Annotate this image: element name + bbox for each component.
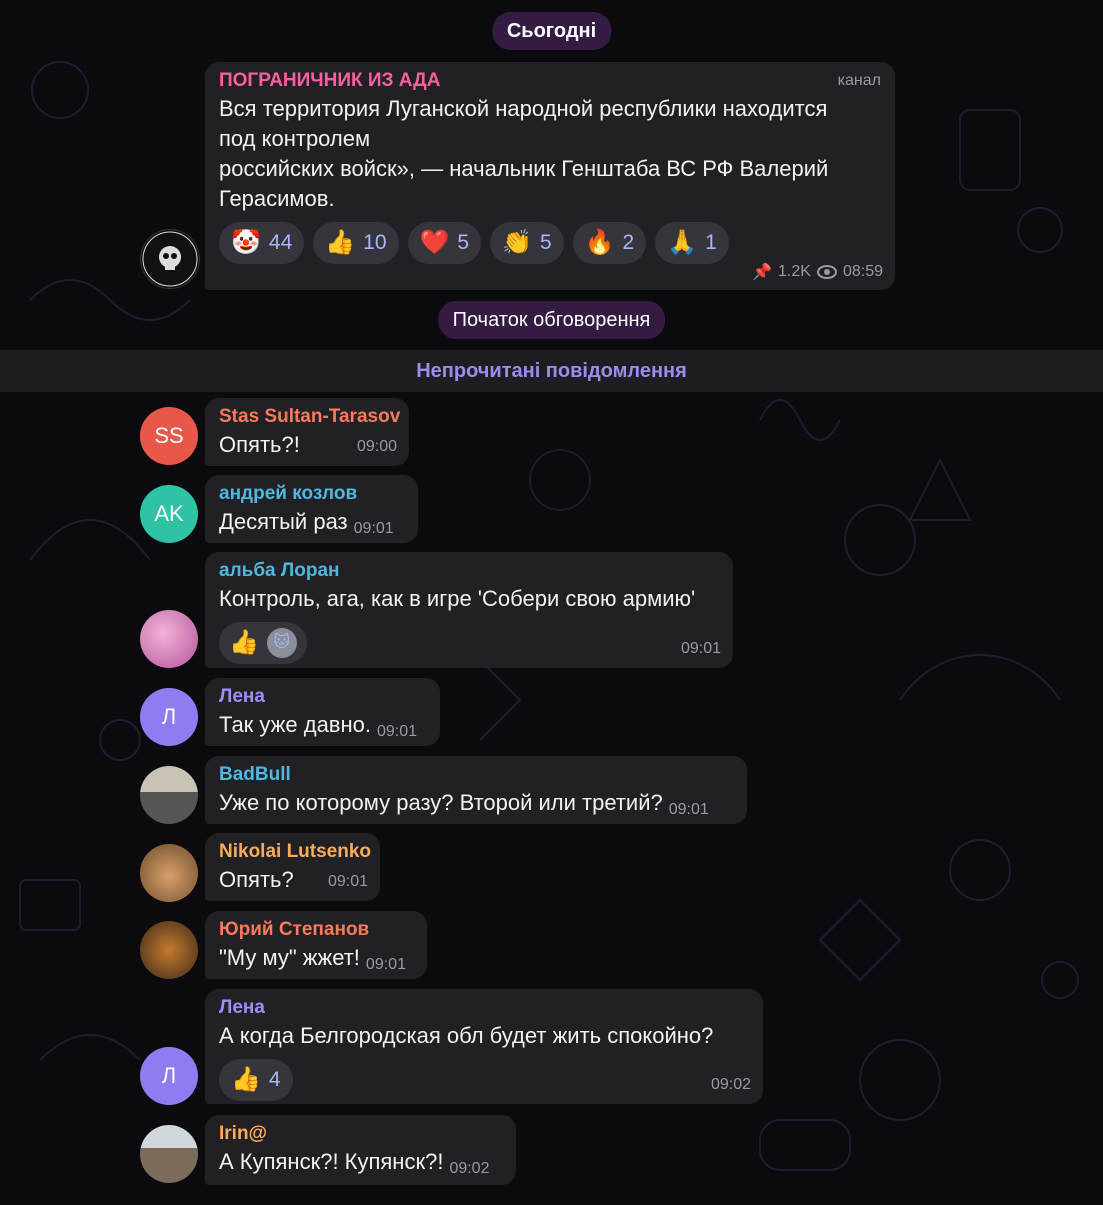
- avatar[interactable]: Л: [140, 688, 198, 746]
- fire-icon: 🔥: [584, 229, 615, 256]
- message-bubble[interactable]: Nikolai Lutsenko Опять? 09:01: [205, 833, 380, 901]
- reaction-count: 1: [705, 231, 717, 254]
- message-bubble[interactable]: BadBull Уже по которому разу? Второй или…: [205, 756, 747, 824]
- reaction-fire[interactable]: 🔥 2: [572, 222, 647, 264]
- reaction-heart[interactable]: ❤️ 5: [407, 222, 482, 264]
- message-text: Десятый раз: [219, 509, 348, 534]
- thumbs-up-icon: 👍: [231, 1066, 261, 1093]
- eye-icon: [816, 265, 837, 279]
- avatar[interactable]: SS: [140, 407, 198, 465]
- reaction-chip[interactable]: 👍 🐱: [219, 622, 307, 664]
- reaction-count: 4: [268, 1068, 281, 1091]
- message-text: А когда Белгородская обл будет жить спок…: [219, 1023, 714, 1048]
- message-time: 09:00: [356, 438, 397, 455]
- message-bubble[interactable]: Irin@ А Купянск?! Купянск?! 09:02: [205, 1115, 516, 1185]
- message-time: 09:01: [327, 873, 368, 890]
- clap-icon: 👏: [502, 229, 532, 256]
- message-bubble[interactable]: Лена А когда Белгородская обл будет жить…: [205, 989, 763, 1104]
- message-bubble[interactable]: Юрий Степанов "Му му" жжет! 09:01: [205, 911, 427, 979]
- sender-name[interactable]: андрей козлов: [219, 481, 404, 507]
- unread-separator: Непрочитані повідомлення: [0, 350, 1103, 392]
- sender-name[interactable]: Irin@: [219, 1121, 502, 1147]
- message-text: А Купянск?! Купянск?!: [219, 1149, 444, 1174]
- pray-icon: 🙏: [667, 229, 698, 256]
- post-line-3: российских войск», — начальник Генштаба …: [219, 156, 829, 181]
- pin-icon: 📌: [752, 264, 773, 281]
- avatar[interactable]: [140, 921, 198, 979]
- reaction-thumbs-up[interactable]: 👍 4: [219, 1059, 293, 1101]
- reaction-pray[interactable]: 🙏 1: [655, 222, 729, 264]
- sender-name[interactable]: BadBull: [219, 762, 733, 788]
- avatar[interactable]: AK: [140, 485, 198, 543]
- post-meta: 📌 1.2K 08:59: [752, 262, 883, 282]
- message-time: 09:01: [668, 801, 709, 818]
- message-text: "Му му" жжет!: [219, 945, 360, 970]
- avatar[interactable]: Л: [140, 1047, 198, 1105]
- reactor-avatar: 🐱: [266, 628, 297, 658]
- reaction-count: 2: [622, 231, 635, 254]
- channel-post[interactable]: ПОГРАНИЧНИК ИЗ АДА канал Вся территория …: [205, 62, 895, 290]
- reaction-count: 44: [268, 231, 293, 254]
- sender-name[interactable]: Лена: [219, 684, 426, 710]
- reaction-thumbs-up[interactable]: 👍 10: [313, 222, 399, 264]
- clown-icon: 🤡: [231, 229, 261, 256]
- post-reactions: 🤡 44 👍 10 ❤️ 5 👏 5 🔥 2 🙏 1: [219, 222, 881, 264]
- message-bubble[interactable]: Лена Так уже давно. 09:01: [205, 678, 440, 746]
- sender-name[interactable]: Лена: [219, 995, 749, 1021]
- message-time: 09:01: [680, 640, 721, 657]
- skull-logo-icon: [142, 231, 198, 287]
- avatar[interactable]: [140, 1125, 198, 1183]
- sender-name[interactable]: Юрий Степанов: [219, 917, 413, 943]
- avatar[interactable]: [140, 610, 198, 668]
- sender-name[interactable]: альба Лоран: [219, 558, 719, 584]
- sender-name[interactable]: Nikolai Lutsenko: [219, 839, 371, 865]
- reaction-clap[interactable]: 👏 5: [490, 222, 564, 264]
- sender-name[interactable]: Stas Sultan-Tarasov: [219, 404, 400, 430]
- message-time: 09:01: [353, 520, 394, 537]
- message-bubble[interactable]: альба Лоран Контроль, ага, как в игре 'С…: [205, 552, 733, 668]
- avatar[interactable]: [140, 766, 198, 824]
- message-time: 09:02: [710, 1076, 751, 1093]
- thumbs-up-icon: 👍: [325, 229, 356, 256]
- message-text: Так уже давно.: [219, 712, 371, 737]
- reaction-clown[interactable]: 🤡 44: [219, 222, 305, 264]
- views-count: 1.2K: [778, 263, 811, 280]
- message-bubble[interactable]: Stas Sultan-Tarasov Опять?! 09:00: [205, 398, 409, 466]
- message-text: Контроль, ага, как в игре 'Собери свою а…: [219, 586, 696, 611]
- channel-avatar[interactable]: [140, 229, 200, 289]
- post-line-4: Герасимов.: [219, 186, 335, 211]
- message-text: Уже по которому разу? Второй или третий?: [219, 790, 663, 815]
- post-line-2: под контролем: [219, 126, 371, 151]
- date-separator: Сьогодні: [491, 12, 612, 50]
- post-time: 08:59: [842, 263, 883, 280]
- reaction-count: 5: [539, 231, 552, 254]
- message-time: 09:02: [449, 1160, 490, 1177]
- reaction-count: 10: [363, 231, 387, 254]
- heart-icon: ❤️: [419, 229, 450, 256]
- message-time: 09:01: [377, 723, 418, 740]
- channel-name[interactable]: ПОГРАНИЧНИК ИЗ АДА: [219, 68, 440, 94]
- thumbs-up-icon: 👍: [229, 629, 259, 656]
- avatar[interactable]: [140, 844, 198, 902]
- message-bubble[interactable]: андрей козлов Десятый раз 09:01: [205, 475, 418, 543]
- message-time: 09:01: [365, 956, 406, 973]
- reaction-count: 5: [457, 231, 470, 254]
- discussion-start: Початок обговорення: [437, 301, 666, 339]
- channel-badge: канал: [837, 72, 881, 89]
- post-line-1: Вся территория Луганской народной респуб…: [219, 96, 828, 121]
